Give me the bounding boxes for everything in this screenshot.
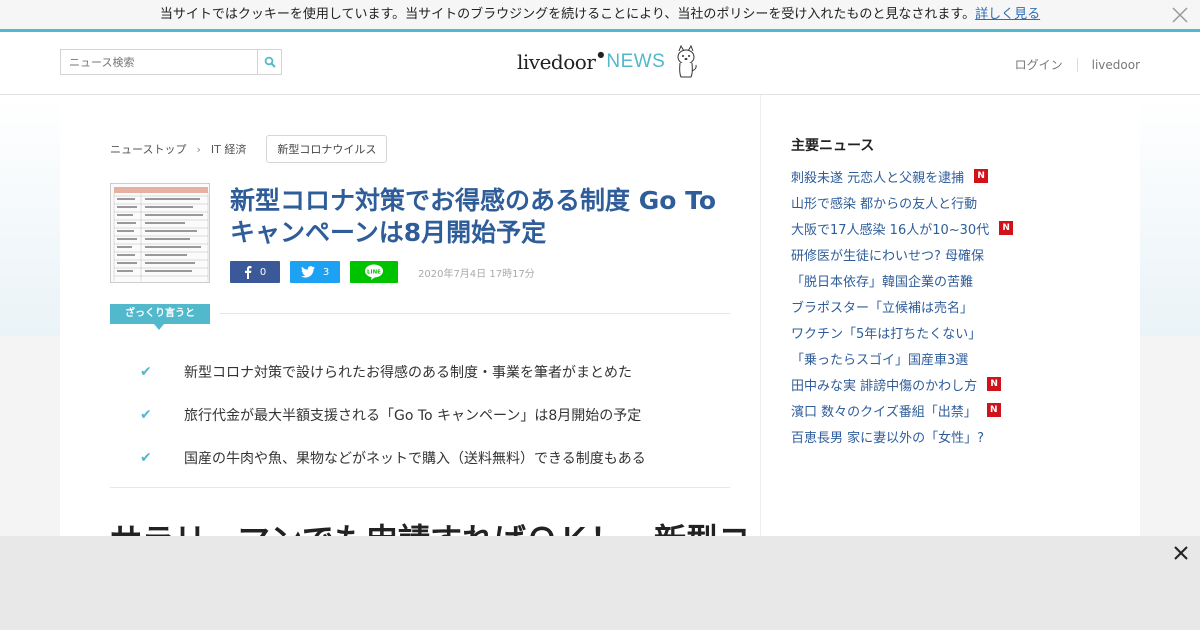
ad-banner <box>0 536 1200 630</box>
dog-mascot-icon <box>677 45 698 78</box>
news-item[interactable]: 濱口 数々のクイズ番組「出禁」 N <box>791 397 1013 423</box>
search-input[interactable] <box>61 50 257 74</box>
article-card: ニューストップ › IT 経済 新型コロナウイルス 新型コロナ対策でお得感のある… <box>60 95 760 555</box>
divider <box>220 313 730 314</box>
site-logo[interactable]: livedoor ● NEWS <box>517 42 699 82</box>
new-badge: N <box>974 169 989 183</box>
chevron-right-icon: › <box>196 142 201 156</box>
news-item[interactable]: ワクチン「5年は打ちたくない」 <box>791 319 1013 345</box>
breadcrumb-home[interactable]: ニューストップ <box>110 141 186 157</box>
publish-date: 2020年7月4日 17時17分 <box>418 268 535 280</box>
twitter-icon <box>300 266 315 278</box>
article-thumbnail[interactable] <box>110 183 210 283</box>
news-item-label[interactable]: 研修医が生徒にわいせつ? 母確保 <box>791 245 984 264</box>
news-item-label[interactable]: ワクチン「5年は打ちたくない」 <box>791 323 981 342</box>
cookie-message: 当サイトではクッキーを使用しています。当サイトのブラウジングを続けることにより、… <box>159 7 976 22</box>
close-icon[interactable] <box>1172 544 1190 562</box>
news-item[interactable]: 研修医が生徒にわいせつ? 母確保 <box>791 241 1013 267</box>
svg-text:LINE: LINE <box>367 270 381 276</box>
logo-text: livedoor <box>517 50 596 74</box>
twitter-share-button[interactable]: 3 <box>290 261 340 283</box>
news-item-label[interactable]: 田中みな実 誹謗中傷のかわし方 <box>791 375 977 394</box>
facebook-share-button[interactable]: 0 <box>230 261 280 283</box>
logo-news: NEWS <box>606 51 666 72</box>
summary-item: ✔ 旅行代金が最大半額支援される「Go To キャンペーン」は8月開始の予定 <box>140 393 740 436</box>
line-icon: LINE <box>365 264 383 280</box>
summary-label: ざっくり言うと <box>110 304 210 330</box>
site-header: livedoor ● NEWS ログイン livedoor <box>0 32 1200 95</box>
new-badge: N <box>999 221 1014 235</box>
facebook-icon <box>244 265 252 279</box>
top-news-list: 刺殺未遂 元恋人と父親を逮捕 N 山形で感染 都からの友人と行動 大阪で17人感染… <box>791 163 1014 449</box>
news-item-label[interactable]: 大阪で17人感染 16人が10~30代 <box>791 219 989 238</box>
divider <box>1076 57 1078 72</box>
search-box <box>60 49 282 75</box>
cookie-policy-link[interactable]: 詳しく見る <box>975 7 1040 22</box>
news-item-label[interactable]: 「乗ったらスゴイ」国産車3選 <box>791 349 968 368</box>
summary-text: 旅行代金が最大半額支援される「Go To キャンペーン」は8月開始の予定 <box>184 407 642 424</box>
sidebar: 主要ニュース 刺殺未遂 元恋人と父親を逮捕 N 山形で感染 都からの友人と行動 大… <box>760 95 1140 536</box>
news-item-label[interactable]: 刺殺未遂 元恋人と父親を逮捕 <box>791 167 964 186</box>
summary-item: ✔ 国産の牛肉や魚、果物などがネットで購入（送料無料）できる制度もある <box>140 436 740 479</box>
login-link[interactable]: ログイン <box>1015 56 1063 73</box>
twitter-count: 3 <box>322 266 330 278</box>
news-item-label[interactable]: 「脱日本依存」韓国企業の苦難 <box>791 271 973 290</box>
news-item[interactable]: ブラポスター「立候補は売名」 <box>791 293 1013 319</box>
search-icon <box>264 56 276 68</box>
breadcrumb-category[interactable]: IT 経済 <box>211 141 246 157</box>
news-item[interactable]: 山形で感染 都からの友人と行動 <box>791 189 1013 215</box>
close-icon[interactable] <box>1170 5 1190 25</box>
divider <box>110 487 730 488</box>
new-badge: N <box>987 377 1002 391</box>
livedoor-link[interactable]: livedoor <box>1092 58 1140 72</box>
check-icon: ✔ <box>140 363 152 380</box>
check-icon: ✔ <box>140 449 152 466</box>
sidebar-title: 主要ニュース <box>791 138 875 154</box>
logo-dot: ● <box>597 49 605 59</box>
news-item-label[interactable]: 百恵長男 家に妻以外の「女性」? <box>791 427 984 446</box>
news-item[interactable]: 大阪で17人感染 16人が10~30代 N <box>791 215 1014 241</box>
search-button[interactable] <box>257 50 281 74</box>
share-row: 0 3 LINE 2020年7月4日 17時17分 <box>230 261 535 283</box>
header-links: ログイン livedoor <box>1015 56 1140 73</box>
news-item[interactable]: 「乗ったらスゴイ」国産車3選 <box>791 345 1013 371</box>
news-item-label[interactable]: 山形で感染 都からの友人と行動 <box>791 193 977 212</box>
summary-list: ✔ 新型コロナ対策で設けられたお得感のある制度・事業を筆者がまとめた ✔ 旅行代… <box>140 350 740 479</box>
topic-tag-button[interactable]: 新型コロナウイルス <box>266 135 388 163</box>
summary-item: ✔ 新型コロナ対策で設けられたお得感のある制度・事業を筆者がまとめた <box>140 350 740 393</box>
news-item-label[interactable]: ブラポスター「立候補は売名」 <box>791 297 973 316</box>
news-item[interactable]: 田中みな実 誹謗中傷のかわし方 N <box>791 371 1013 397</box>
news-item[interactable]: 刺殺未遂 元恋人と父親を逮捕 N <box>791 163 1013 189</box>
document-thumbnail-image <box>111 184 209 282</box>
new-badge: N <box>986 403 1001 417</box>
breadcrumb: ニューストップ › IT 経済 新型コロナウイルス <box>110 135 388 163</box>
cookie-banner: 当サイトではクッキーを使用しています。当サイトのブラウジングを続けることにより、… <box>0 0 1200 32</box>
summary-text: 新型コロナ対策で設けられたお得感のある制度・事業を筆者がまとめた <box>184 364 632 381</box>
article-title: 新型コロナ対策でお得感のある制度 Go To キャンペーンは8月開始予定 <box>230 186 717 247</box>
news-item[interactable]: 百恵長男 家に妻以外の「女性」? <box>791 423 1013 449</box>
summary-text: 国産の牛肉や魚、果物などがネットで購入（送料無料）できる制度もある <box>184 450 646 467</box>
check-icon: ✔ <box>140 406 152 423</box>
news-item-label[interactable]: 濱口 数々のクイズ番組「出禁」 <box>791 401 977 420</box>
facebook-count: 0 <box>259 266 267 278</box>
news-item[interactable]: 「脱日本依存」韓国企業の苦難 <box>791 267 1013 293</box>
line-share-button[interactable]: LINE <box>350 261 398 283</box>
